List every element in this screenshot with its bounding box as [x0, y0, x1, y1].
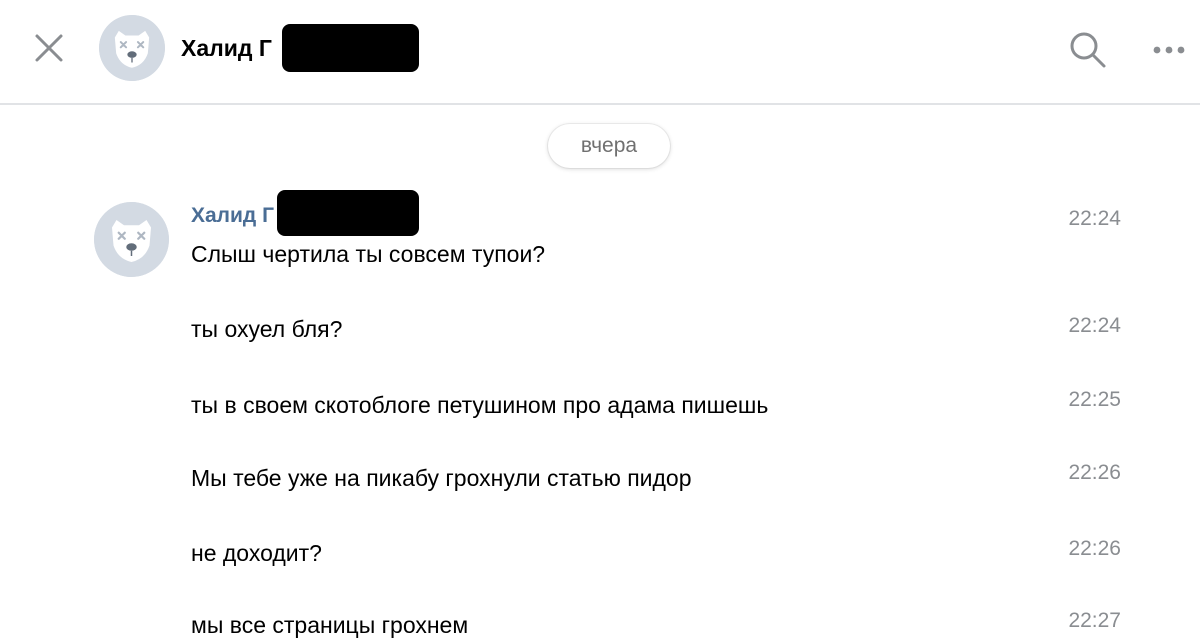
redaction-bar [277, 190, 419, 236]
message-time: 22:26 [1068, 537, 1121, 560]
sender-name[interactable]: Халид Г [191, 204, 274, 228]
date-separator: вчера [548, 124, 670, 168]
avatar[interactable] [99, 15, 165, 81]
message-time: 22:24 [1068, 207, 1121, 230]
chat-header: Халид Г [0, 0, 1200, 105]
more-button[interactable] [1148, 36, 1190, 64]
message-text: Слыш чертила ты совсем тупои? [191, 241, 546, 267]
message-text: Мы тебе уже на пикабу грохнули статью пи… [191, 465, 692, 491]
message-time: 22:24 [1068, 314, 1121, 337]
close-icon [35, 34, 63, 62]
search-icon [1070, 32, 1106, 68]
search-button[interactable] [1067, 29, 1109, 71]
contact-name[interactable]: Халид Г [181, 35, 272, 62]
deactivated-dog-avatar-icon [94, 202, 169, 277]
message-time: 22:27 [1068, 609, 1121, 632]
sender-avatar[interactable] [94, 202, 169, 277]
deactivated-dog-avatar-icon [99, 15, 165, 81]
more-icon [1153, 46, 1185, 54]
close-button[interactable] [28, 30, 70, 68]
message-time: 22:26 [1068, 461, 1121, 484]
message-time: 22:25 [1068, 388, 1121, 411]
redaction-bar [282, 24, 419, 72]
message-text: ты охуел бля? [191, 316, 343, 342]
message-text: не доходит? [191, 540, 322, 566]
message-text: ты в своем скотоблоге петушином про адам… [191, 392, 769, 418]
message-text: мы все страницы грохнем [191, 612, 469, 638]
